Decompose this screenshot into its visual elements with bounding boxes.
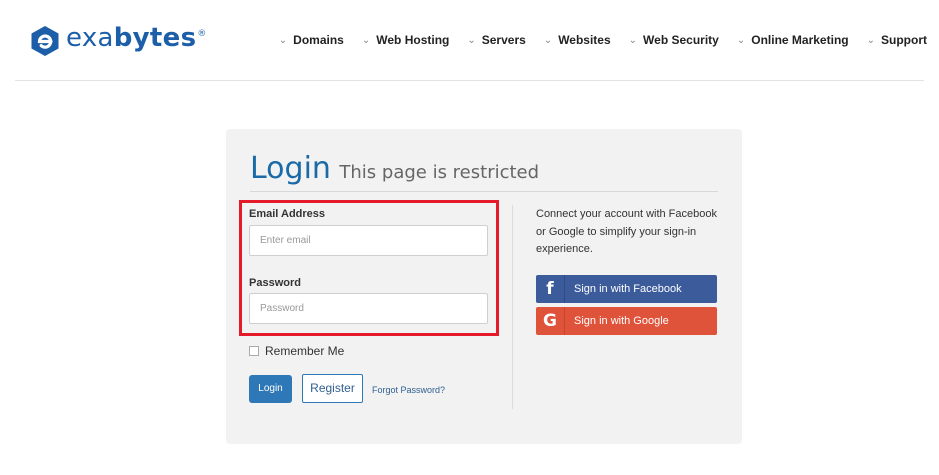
- chevron-down-icon: ⌄: [736, 34, 746, 46]
- column-divider: [512, 205, 513, 409]
- nav-web-hosting[interactable]: ⌄ Web Hosting: [362, 33, 450, 47]
- chevron-down-icon: ⌄: [628, 34, 638, 46]
- nav-online-marketing[interactable]: ⌄ Online Marketing: [737, 33, 849, 47]
- forgot-password-link[interactable]: Forgot Password?: [372, 385, 445, 395]
- remember-me[interactable]: Remember Me: [249, 344, 344, 358]
- google-signin-button[interactable]: G Sign in with Google: [536, 307, 717, 335]
- login-card: Login This page is restricted Email Addr…: [226, 129, 742, 444]
- chevron-down-icon: ⌄: [543, 34, 553, 46]
- facebook-signin-button[interactable]: f Sign in with Facebook: [536, 275, 717, 303]
- login-title: Login: [250, 151, 331, 186]
- header-divider: [15, 80, 924, 81]
- email-label: Email Address: [249, 208, 326, 220]
- login-button[interactable]: Login: [249, 375, 292, 403]
- chevron-down-icon: ⌄: [866, 34, 875, 46]
- google-signin-label: Sign in with Google: [574, 315, 669, 327]
- nav-servers[interactable]: ⌄ Servers: [467, 33, 525, 47]
- nav-websites[interactable]: ⌄ Websites: [544, 33, 611, 47]
- social-description: Connect your account with Facebook or Go…: [536, 208, 717, 255]
- nav-support[interactable]: ⌄ Support: [867, 33, 927, 47]
- exabytes-logo-icon: [31, 26, 59, 56]
- register-button[interactable]: Register: [302, 374, 363, 403]
- email-field[interactable]: [249, 225, 488, 256]
- exabytes-logo[interactable]: exabytes®: [30, 22, 207, 60]
- logo-wordmark: exabytes®: [66, 23, 207, 53]
- main-nav: ⌄ Domains ⌄ Web Hosting ⌄ Servers ⌄ Websites…: [279, 33, 927, 47]
- chevron-down-icon: ⌄: [361, 34, 371, 46]
- login-subtitle: This page is restricted: [339, 162, 540, 183]
- password-label: Password: [249, 277, 301, 289]
- nav-domains[interactable]: ⌄ Domains: [279, 33, 344, 47]
- nav-web-security[interactable]: ⌄ Web Security: [629, 33, 719, 47]
- password-field[interactable]: [249, 293, 488, 324]
- login-heading: Login This page is restricted: [250, 151, 718, 192]
- google-icon: G: [536, 307, 565, 335]
- remember-me-checkbox[interactable]: [249, 346, 259, 356]
- chevron-down-icon: ⌄: [467, 34, 476, 46]
- chevron-down-icon: ⌄: [278, 34, 288, 46]
- facebook-signin-label: Sign in with Facebook: [574, 283, 682, 295]
- facebook-icon: f: [536, 275, 565, 303]
- remember-me-label: Remember Me: [265, 344, 345, 358]
- site-header: exabytes® ⌄ Domains ⌄ Web Hosting ⌄ Servers…: [0, 0, 939, 80]
